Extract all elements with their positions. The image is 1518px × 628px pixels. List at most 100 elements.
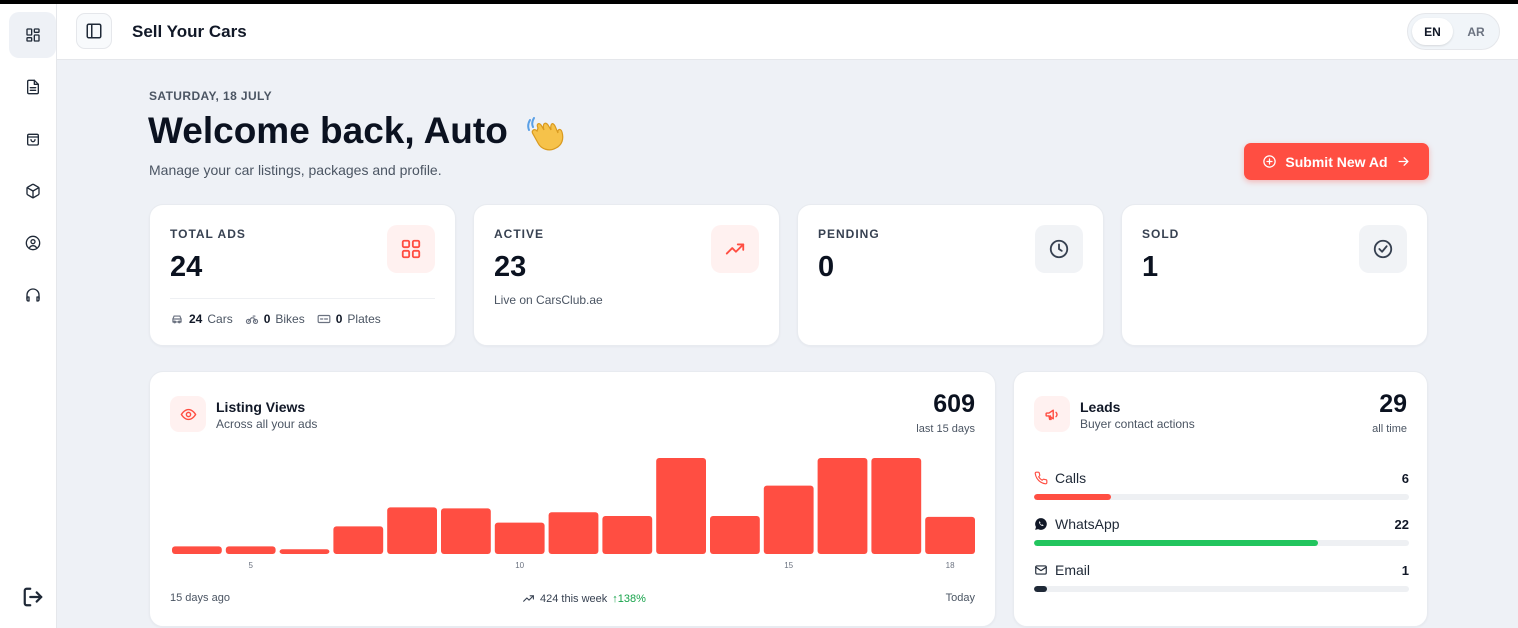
check-circle-icon (1373, 239, 1393, 259)
sidebar-item-support[interactable] (9, 272, 56, 318)
stat-card-sold: SOLD 1 (1121, 204, 1428, 346)
breakdown-plates: 0 Plates (317, 312, 381, 326)
chart-bar[interactable] (333, 526, 384, 554)
document-icon (26, 79, 39, 95)
top-header: Sell Your Cars EN AR (57, 4, 1518, 60)
weekly-summary: 424 this week ↑138% (522, 592, 646, 605)
section-subtitle: Buyer contact actions (1080, 417, 1195, 431)
chart-bar[interactable] (925, 516, 975, 554)
chart-bar[interactable] (279, 549, 330, 554)
trending-up-icon-badge (711, 225, 759, 273)
lead-row-email: Email 1 (1034, 561, 1409, 592)
sidebar-item-packages[interactable] (9, 168, 56, 214)
sidebar-item-profile[interactable] (9, 220, 56, 266)
plate-icon (317, 314, 331, 324)
lead-name: WhatsApp (1055, 516, 1120, 532)
lead-progress-track (1034, 494, 1409, 500)
chart-bar[interactable] (602, 516, 653, 554)
stat-value: 24 (170, 251, 203, 283)
lead-value: 22 (1394, 516, 1409, 532)
chart-bar[interactable] (871, 458, 922, 554)
chart-bar[interactable] (172, 546, 222, 554)
lead-name: Calls (1055, 470, 1087, 486)
section-title: Listing Views (216, 399, 306, 415)
listing-views-card: Listing Views Across all your ads 609 la… (149, 371, 996, 627)
panel-left-icon (86, 23, 102, 39)
leads-total-label: all time (1372, 423, 1407, 435)
lead-progress-fill (1034, 586, 1047, 592)
chart-tick-label: 18 (946, 561, 955, 570)
chart-bar[interactable] (225, 546, 276, 554)
sidebar-toggle-button[interactable] (76, 13, 112, 49)
page-title: Sell Your Cars (132, 22, 247, 41)
lead-row-whatsapp: WhatsApp 22 (1034, 515, 1409, 546)
sidebar-item-documents[interactable] (9, 64, 56, 110)
chart-tick-label: 15 (784, 561, 793, 570)
week-text: 424 this week (540, 592, 608, 605)
chart-bar[interactable] (387, 507, 437, 554)
grid-icon (401, 239, 421, 259)
views-total: 609 (933, 390, 975, 418)
logout-icon (23, 587, 42, 607)
megaphone-icon-badge (1034, 396, 1070, 432)
eye-icon (180, 408, 196, 420)
chart-start-label: 15 days ago (170, 592, 230, 604)
week-change: ↑138% (612, 592, 646, 605)
breakdown-cars: 24 Cars (170, 312, 233, 326)
chart-bar[interactable] (763, 485, 814, 554)
sidebar (0, 4, 57, 628)
leads-card: Leads Buyer contact actions 29 all time … (1013, 371, 1428, 627)
views-bar-chart: 5 10 15 18 (172, 458, 975, 570)
mail-icon (1035, 565, 1047, 575)
chart-bar[interactable] (710, 516, 760, 554)
lead-name: Email (1055, 562, 1091, 578)
chart-bar[interactable] (441, 508, 491, 554)
chart-end-label: Today (945, 592, 975, 604)
headphones-icon (25, 288, 40, 302)
chart-bar[interactable] (494, 522, 545, 554)
lead-value: 1 (1401, 562, 1409, 578)
lead-progress-fill (1034, 494, 1112, 500)
phone-icon (1034, 471, 1048, 485)
clock-icon (1049, 239, 1069, 259)
dashboard-icon (25, 28, 40, 42)
grid-icon-badge (387, 225, 435, 273)
stat-note: Live on CarsClub.ae (494, 293, 603, 307)
views-total-label: last 15 days (916, 423, 975, 435)
shopping-bag-icon (26, 133, 39, 146)
lead-progress-track (1034, 586, 1409, 592)
language-en-button[interactable]: EN (1412, 18, 1453, 45)
welcome-heading: Welcome back, Auto (148, 110, 508, 151)
stat-label: ACTIVE (494, 227, 545, 241)
whatsapp-icon (1035, 518, 1047, 530)
chart-bar[interactable] (548, 512, 599, 554)
submit-new-ad-button[interactable]: Submit New Ad (1244, 143, 1429, 180)
language-ar-button[interactable]: AR (1456, 18, 1496, 45)
stat-card-total-ads: TOTAL ADS 24 24 Cars 0 Bikes 0 Plates (149, 204, 456, 346)
megaphone-icon (1044, 409, 1058, 420)
lead-row-calls: Calls 6 (1034, 469, 1409, 500)
stat-card-active: ACTIVE 23 Live on CarsClub.ae (473, 204, 780, 346)
lead-progress-track (1034, 540, 1409, 546)
stat-value: 23 (494, 251, 527, 283)
stat-value: 0 (818, 251, 835, 283)
check-circle-icon-badge (1359, 225, 1407, 273)
bike-icon (245, 315, 258, 324)
section-subtitle: Across all your ads (216, 417, 318, 431)
clock-icon-badge (1035, 225, 1083, 273)
logout-button[interactable] (9, 574, 56, 620)
leads-total: 29 (1379, 390, 1407, 418)
chart-tick-label: 10 (515, 561, 524, 570)
chart-bar[interactable] (656, 458, 706, 554)
trending-up-icon (725, 243, 745, 255)
sidebar-item-orders[interactable] (9, 116, 56, 162)
plus-circle-icon (1263, 155, 1277, 168)
lead-progress-fill (1034, 540, 1318, 546)
chart-bar[interactable] (817, 458, 868, 554)
stat-label: PENDING (818, 227, 880, 241)
sidebar-item-dashboard[interactable] (9, 12, 56, 58)
arrow-right-icon (1398, 157, 1409, 166)
section-title: Leads (1080, 399, 1121, 415)
car-icon (172, 315, 182, 324)
language-switcher: EN AR (1407, 13, 1500, 50)
